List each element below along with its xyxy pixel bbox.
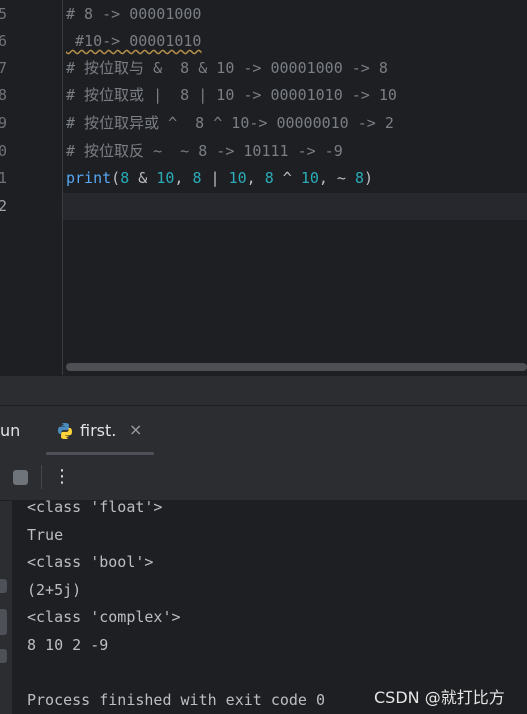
code-line[interactable]: #10-> 00001010 bbox=[66, 28, 201, 55]
console-line: <class 'bool'> bbox=[27, 553, 154, 571]
code-token-number: 10 bbox=[156, 169, 175, 187]
code-line[interactable]: # 按位取与 & 8 & 10 -> 00001000 -> 8 bbox=[66, 55, 388, 82]
console-side-toolbar bbox=[0, 501, 12, 714]
python-file-icon bbox=[58, 423, 72, 439]
code-line[interactable]: # 8 -> 00001000 bbox=[66, 1, 201, 28]
console-line: <class 'complex'> bbox=[27, 608, 181, 626]
console-line: Process finished with exit code 0 bbox=[27, 691, 326, 709]
code-token-number: 10 bbox=[300, 169, 319, 187]
close-icon[interactable]: × bbox=[129, 420, 142, 439]
line-number: 9 bbox=[0, 114, 8, 132]
line-number-active: 2 bbox=[0, 197, 8, 215]
code-token-punct: & bbox=[129, 169, 157, 187]
side-toolbar-button[interactable] bbox=[0, 649, 7, 663]
console-line: (2+5j) bbox=[27, 581, 82, 599]
run-console[interactable]: <class 'float'> True <class 'bool'> (2+5… bbox=[0, 498, 527, 714]
current-line-highlight bbox=[0, 193, 527, 220]
watermark-text: CSDN @就打比方 bbox=[374, 688, 505, 707]
code-line[interactable]: # 按位取反 ~ ~ 8 -> 10111 -> -9 bbox=[66, 138, 343, 165]
code-token-function: print bbox=[66, 169, 112, 187]
line-number: 7 bbox=[0, 59, 8, 77]
tab-title: first. bbox=[80, 421, 117, 440]
line-number-gutter: 5 6 7 8 9 0 1 2 bbox=[0, 0, 62, 375]
code-token-punct: ( bbox=[111, 169, 121, 187]
toolbar-divider bbox=[41, 465, 42, 489]
code-token-number: 8 bbox=[264, 169, 274, 187]
console-line: 8 10 2 -9 bbox=[27, 636, 109, 654]
stop-icon[interactable] bbox=[13, 470, 28, 485]
side-toolbar-button[interactable] bbox=[0, 579, 7, 593]
side-toolbar-button[interactable] bbox=[0, 609, 7, 635]
line-number: 0 bbox=[0, 142, 8, 160]
code-editor[interactable]: 5 6 7 8 9 0 1 2 # 8 -> 00001000 #10-> 00… bbox=[0, 0, 527, 375]
gutter-divider bbox=[62, 0, 63, 375]
line-number: 5 bbox=[0, 5, 8, 23]
code-token-punct: ^ bbox=[273, 169, 301, 187]
more-options-icon[interactable]: ⋮ bbox=[52, 464, 72, 490]
code-line-warning: #10-> 00001010 bbox=[66, 32, 202, 50]
code-line-print[interactable]: print(8 & 10, 8 | 10, 8 ^ 10, ~ 8) bbox=[66, 165, 373, 192]
code-token-number: 10 bbox=[228, 169, 247, 187]
horizontal-scrollbar[interactable] bbox=[66, 363, 527, 371]
tab-first[interactable]: first. × bbox=[46, 405, 153, 455]
code-token-punct: | bbox=[201, 169, 229, 187]
code-line[interactable]: # 按位取异或 ^ 8 ^ 10-> 00000010 -> 2 bbox=[66, 110, 394, 137]
console-line: True bbox=[27, 526, 64, 544]
code-line[interactable]: # 按位取或 | 8 | 10 -> 00001010 -> 10 bbox=[66, 82, 397, 109]
line-number: 1 bbox=[0, 169, 8, 187]
run-panel-title: un bbox=[0, 421, 21, 440]
console-line: <class 'float'> bbox=[27, 498, 163, 516]
line-number: 6 bbox=[0, 32, 8, 50]
code-token-punct: ) bbox=[364, 169, 374, 187]
code-token-punct: , ~ bbox=[318, 169, 355, 187]
line-number: 8 bbox=[0, 86, 8, 104]
code-token-number: 8 bbox=[120, 169, 130, 187]
active-tab-indicator bbox=[46, 452, 154, 455]
code-token-punct: , bbox=[246, 169, 265, 187]
code-token-punct: , bbox=[174, 169, 193, 187]
code-token-number: 8 bbox=[355, 169, 365, 187]
panel-splitter[interactable] bbox=[0, 375, 527, 406]
